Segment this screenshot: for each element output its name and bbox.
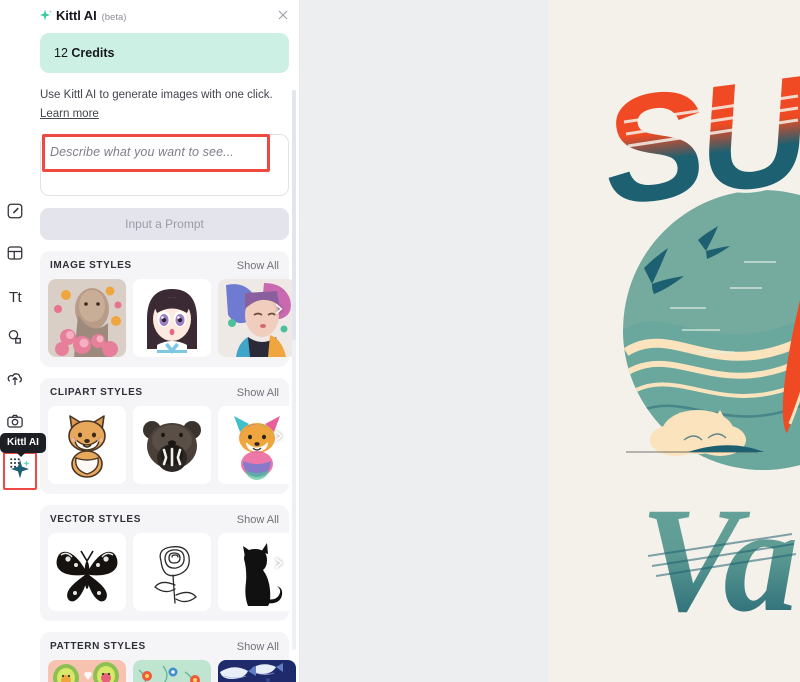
anime-girl-thumbnail[interactable]: [133, 278, 211, 357]
text-icon: Tt: [8, 288, 22, 306]
section-header: IMAGE STYLES Show All: [48, 260, 281, 272]
thumbnail-row: [48, 659, 296, 682]
sparkle-icon: [8, 457, 32, 486]
section-title: VECTOR STYLES: [50, 514, 141, 526]
section-vector-styles: VECTOR STYLES Show All: [40, 504, 296, 621]
elements-shapes-icon: [6, 328, 24, 351]
floral-portrait-thumbnail[interactable]: [48, 278, 126, 357]
section-title: CLIPART STYLES: [50, 387, 143, 399]
camera-icon: [6, 412, 24, 435]
bear-clipart-thumbnail[interactable]: [133, 405, 211, 484]
summer-vacation-poster-artwork: SUM Va: [548, 0, 800, 682]
template-layout-icon: [6, 244, 24, 267]
panel-content[interactable]: 12 Credits Use Kittl AI to generate imag…: [30, 30, 299, 682]
tool-rail: Tt Kittl AI: [0, 0, 46, 682]
generate-button[interactable]: Input a Prompt: [40, 207, 289, 240]
panel-title: Kittl AI: [56, 7, 97, 23]
edit-pencil-icon: [6, 202, 24, 225]
section-header: CLIPART STYLES Show All: [48, 387, 281, 399]
prompt-area: Describe what you want to see...: [40, 133, 289, 196]
section-header: PATTERN STYLES Show All: [48, 641, 281, 653]
rose-lineart-thumbnail[interactable]: [133, 532, 211, 611]
section-title: IMAGE STYLES: [50, 260, 132, 272]
section-title: PATTERN STYLES: [50, 641, 146, 653]
scrollbar-thumb[interactable]: [292, 90, 296, 340]
section-pattern-styles: PATTERN STYLES Show All: [40, 631, 296, 682]
chevron-right-icon[interactable]: [270, 555, 286, 571]
avocado-pattern-thumbnail[interactable]: [48, 659, 126, 682]
kittl-ai-tooltip: Kittl AI: [0, 433, 46, 457]
rainbow-corgi-thumbnail[interactable]: [218, 405, 296, 484]
svg-text:Va: Va: [640, 477, 798, 643]
panel-header: Kittl AI (beta): [30, 0, 299, 30]
section-header: VECTOR STYLES Show All: [48, 514, 281, 526]
upload-icon: [6, 370, 24, 393]
design-tool-button[interactable]: [2, 200, 28, 226]
sparkle-icon: [38, 7, 54, 23]
chevron-right-icon[interactable]: [270, 428, 286, 444]
kittl-editor: SUM Va Tt Kittl AI Kittl AI (beta) 12 Cr…: [0, 0, 800, 682]
text-tool-button[interactable]: Tt: [2, 284, 28, 310]
brand: Kittl AI (beta): [56, 8, 126, 23]
show-all-vector-styles[interactable]: Show All: [237, 514, 279, 526]
prompt-placeholder: Describe what you want to see...: [50, 144, 234, 159]
credits-count: 12: [54, 46, 68, 60]
prompt-input[interactable]: [40, 133, 289, 196]
kittl-ai-tool-button[interactable]: [5, 456, 35, 486]
show-all-clipart-styles[interactable]: Show All: [237, 387, 279, 399]
panel-description: Use Kittl AI to generate images with one…: [40, 89, 273, 101]
thumbnail-row: [48, 532, 296, 611]
floral-pattern-thumbnail[interactable]: [133, 659, 211, 682]
credits-badge: 12 Credits: [40, 33, 289, 73]
section-image-styles: IMAGE STYLES Show All: [40, 250, 296, 367]
section-clipart-styles: CLIPART STYLES Show All: [40, 377, 296, 494]
canvas-workspace[interactable]: SUM Va: [300, 0, 800, 682]
panel-scrollbar[interactable]: [292, 90, 296, 650]
show-all-image-styles[interactable]: Show All: [237, 260, 279, 272]
thumbnail-row: [48, 405, 296, 484]
credits-label: Credits: [71, 46, 115, 60]
close-panel-button[interactable]: [275, 7, 291, 23]
kittl-ai-panel: Kittl AI (beta) 12 Credits Use Kittl AI …: [30, 0, 300, 682]
elements-tool-button[interactable]: [2, 326, 28, 352]
poster-canvas[interactable]: SUM Va: [548, 0, 800, 682]
whale-pattern-thumbnail[interactable]: [218, 659, 296, 682]
templates-tool-button[interactable]: [2, 242, 28, 268]
chevron-right-icon[interactable]: [270, 301, 286, 317]
uploads-tool-button[interactable]: [2, 368, 28, 394]
corgi-clipart-thumbnail[interactable]: [48, 405, 126, 484]
show-all-pattern-styles[interactable]: Show All: [237, 641, 279, 653]
thumbnail-row: [48, 278, 296, 357]
cat-silhouette-thumbnail[interactable]: [218, 532, 296, 611]
butterfly-vector-thumbnail[interactable]: [48, 532, 126, 611]
learn-more-link[interactable]: Learn more: [40, 108, 99, 120]
close-icon: [278, 10, 288, 20]
credits-text: 12 Credits: [54, 46, 114, 60]
colorful-portrait-thumbnail[interactable]: [218, 278, 296, 357]
beta-badge: (beta): [101, 11, 127, 23]
